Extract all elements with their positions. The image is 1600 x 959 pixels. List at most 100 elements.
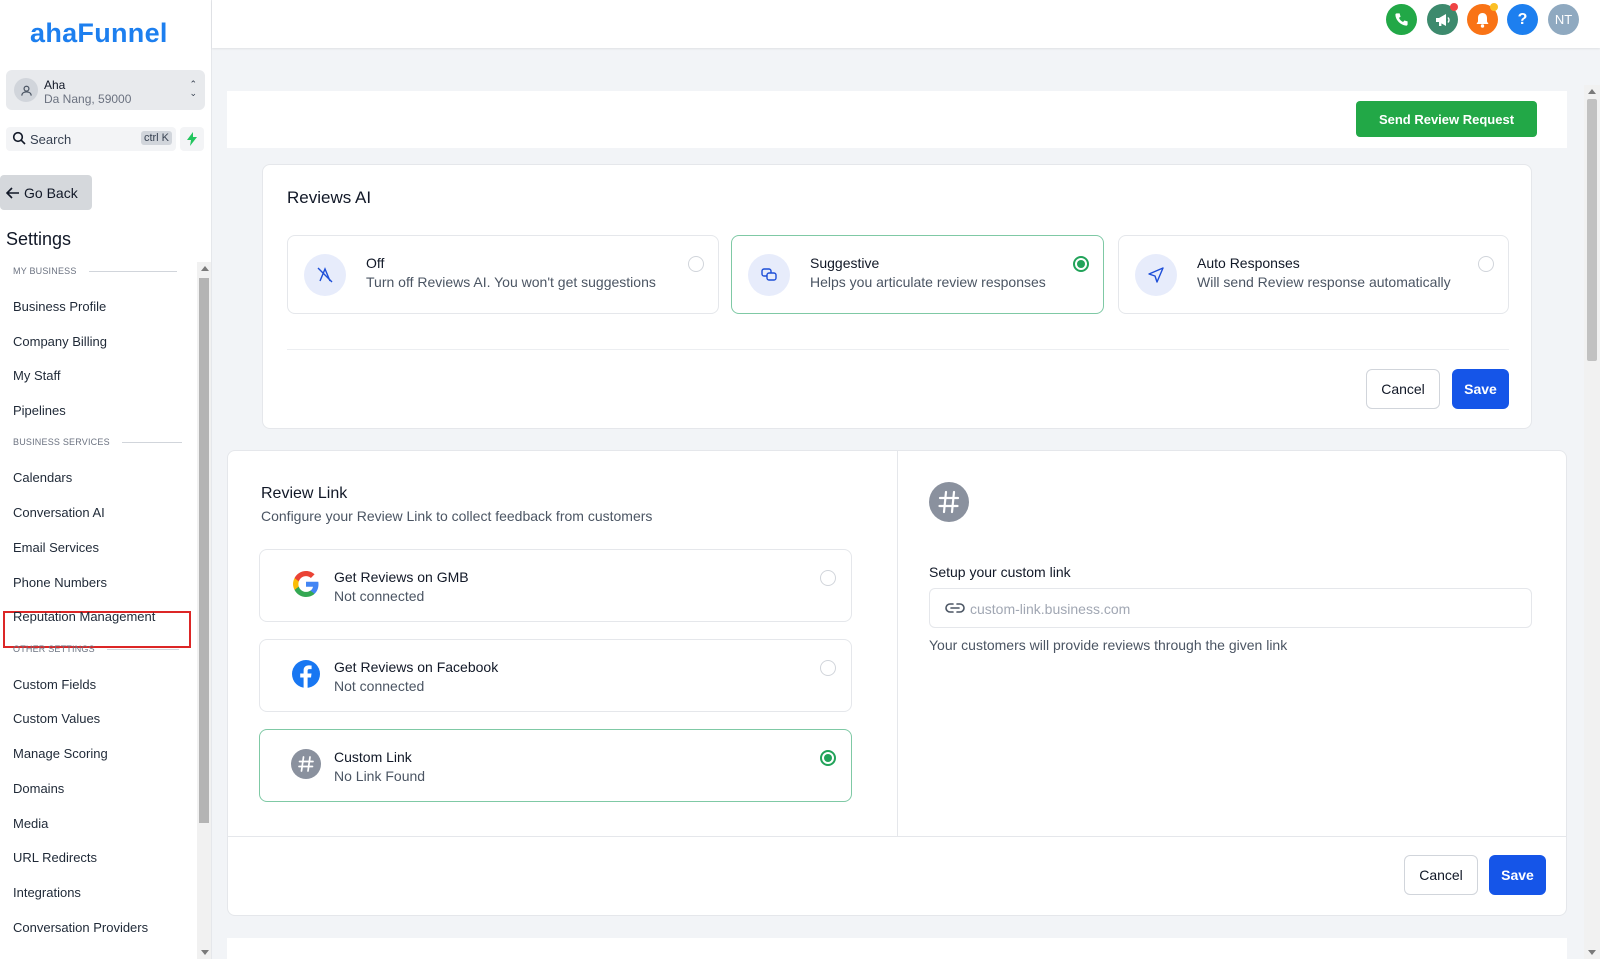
scroll-down-icon[interactable] bbox=[1588, 950, 1596, 955]
nav-reputation-management[interactable]: Reputation Management bbox=[13, 609, 155, 624]
location-icon bbox=[14, 78, 38, 102]
go-back-button[interactable]: Go Back bbox=[0, 175, 92, 210]
facebook-icon bbox=[290, 658, 322, 690]
top-bar: ? NT bbox=[212, 0, 1600, 48]
main-scroll-thumb[interactable] bbox=[1587, 99, 1597, 361]
sidebar: ahaFunnel Aha Da Nang, 59000 ⌃ ⌄ Search c… bbox=[0, 0, 212, 959]
send-review-request-button[interactable]: Send Review Request bbox=[1356, 101, 1537, 137]
review-link-card: Review Link Configure your Review Link t… bbox=[227, 450, 1567, 916]
chevron-updown-icon: ⌃ ⌄ bbox=[189, 79, 197, 98]
option-status: No Link Found bbox=[334, 768, 426, 784]
main-scrollbar[interactable] bbox=[1584, 85, 1600, 959]
reviews-ai-cancel-button[interactable]: Cancel bbox=[1366, 369, 1440, 409]
nav-domains[interactable]: Domains bbox=[13, 781, 64, 796]
page-header: Send Review Request bbox=[227, 91, 1567, 148]
phone-button[interactable] bbox=[1386, 4, 1417, 35]
nav-url-redirects[interactable]: URL Redirects bbox=[13, 850, 97, 865]
custom-link-label: Setup your custom link bbox=[929, 564, 1071, 580]
option-description: Will send Review response automatically bbox=[1197, 274, 1451, 290]
nav-manage-scoring[interactable]: Manage Scoring bbox=[13, 746, 108, 761]
notification-badge bbox=[1450, 3, 1458, 11]
quick-action-button[interactable] bbox=[180, 127, 204, 151]
arrow-left-icon bbox=[6, 186, 19, 199]
nav-company-billing[interactable]: Company Billing bbox=[13, 334, 107, 349]
nav-calendars[interactable]: Calendars bbox=[13, 470, 72, 485]
chat-bubbles-icon bbox=[748, 254, 790, 296]
facebook-radio[interactable] bbox=[820, 660, 836, 676]
scroll-up-icon[interactable] bbox=[1588, 89, 1596, 94]
section-business-services: BUSINESS SERVICES bbox=[13, 437, 182, 447]
scroll-up-icon[interactable] bbox=[201, 266, 209, 271]
hash-icon bbox=[290, 748, 322, 780]
reviews-ai-card: Reviews AI Off Turn off Reviews AI. You … bbox=[262, 164, 1532, 429]
search-label: Search bbox=[30, 132, 72, 147]
option-auto-responses-radio[interactable] bbox=[1478, 256, 1494, 272]
notifications-button[interactable] bbox=[1467, 3, 1498, 35]
custom-link-radio[interactable] bbox=[820, 750, 836, 766]
nav-conversation-ai[interactable]: Conversation AI bbox=[13, 505, 105, 520]
custom-link-placeholder: custom-link.business.com bbox=[970, 601, 1131, 617]
nav-custom-values[interactable]: Custom Values bbox=[13, 711, 100, 726]
nav-media[interactable]: Media bbox=[13, 816, 48, 831]
review-link-title: Review Link bbox=[261, 485, 348, 502]
phone-icon bbox=[1395, 13, 1408, 26]
avatar[interactable]: NT bbox=[1548, 4, 1579, 35]
gmb-radio[interactable] bbox=[820, 570, 836, 586]
review-link-subtitle: Configure your Review Link to collect fe… bbox=[261, 508, 653, 524]
option-status: Not connected bbox=[334, 678, 425, 694]
nav-phone-numbers[interactable]: Phone Numbers bbox=[13, 575, 107, 590]
option-title: Get Reviews on Facebook bbox=[334, 659, 499, 675]
help-icon: ? bbox=[1517, 10, 1528, 28]
section-other-settings: OTHER SETTINGS bbox=[13, 644, 179, 654]
nav-email-services[interactable]: Email Services bbox=[13, 540, 99, 555]
custom-link-help: Your customers will provide reviews thro… bbox=[929, 637, 1288, 653]
nav-my-staff[interactable]: My Staff bbox=[13, 368, 60, 383]
megaphone-icon bbox=[1435, 13, 1450, 26]
reviews-ai-save-button[interactable]: Save bbox=[1452, 369, 1509, 409]
section-label: BUSINESS SERVICES bbox=[13, 437, 110, 447]
nav-custom-fields[interactable]: Custom Fields bbox=[13, 677, 96, 692]
settings-title: Settings bbox=[6, 229, 72, 249]
card-divider bbox=[287, 349, 1509, 350]
sidebar-scrollbar[interactable] bbox=[197, 262, 211, 959]
option-status: Not connected bbox=[334, 588, 425, 604]
option-description: Helps you articulate review responses bbox=[810, 274, 1046, 290]
scroll-down-icon[interactable] bbox=[201, 950, 209, 955]
option-off-radio[interactable] bbox=[688, 256, 704, 272]
google-icon bbox=[290, 568, 322, 600]
search-shortcut: ctrl K bbox=[140, 131, 172, 145]
panel-divider bbox=[897, 451, 898, 836]
avatar-initials: NT bbox=[1554, 12, 1573, 27]
location-name: Aha bbox=[44, 78, 66, 92]
option-suggestive-radio[interactable] bbox=[1073, 256, 1089, 272]
send-icon bbox=[1135, 254, 1177, 296]
review-link-option-custom[interactable]: Custom Link No Link Found bbox=[259, 729, 852, 802]
brand-logo[interactable]: ahaFunnel bbox=[30, 18, 168, 49]
lightning-icon bbox=[187, 132, 197, 146]
sidebar-scroll-thumb[interactable] bbox=[199, 278, 209, 823]
help-button[interactable]: ? bbox=[1507, 4, 1538, 35]
option-description: Turn off Reviews AI. You won't get sugge… bbox=[366, 274, 656, 290]
review-link-option-gmb[interactable]: Get Reviews on GMB Not connected bbox=[259, 549, 852, 622]
location-switcher[interactable]: Aha Da Nang, 59000 ⌃ ⌄ bbox=[6, 70, 205, 110]
nav-business-profile[interactable]: Business Profile bbox=[13, 299, 106, 314]
nav-conversation-providers[interactable]: Conversation Providers bbox=[13, 920, 148, 935]
review-link-cancel-button[interactable]: Cancel bbox=[1404, 855, 1478, 895]
bell-icon bbox=[1476, 12, 1489, 28]
option-title: Auto Responses bbox=[1197, 255, 1300, 271]
nav-integrations[interactable]: Integrations bbox=[13, 885, 81, 900]
reviews-ai-option-off[interactable]: Off Turn off Reviews AI. You won't get s… bbox=[287, 235, 719, 314]
reviews-ai-option-auto-responses[interactable]: Auto Responses Will send Review response… bbox=[1118, 235, 1509, 314]
option-title: Get Reviews on GMB bbox=[334, 569, 469, 585]
go-back-label: Go Back bbox=[24, 184, 78, 201]
custom-link-input[interactable]: custom-link.business.com bbox=[929, 588, 1532, 628]
reviews-ai-option-suggestive[interactable]: Suggestive Helps you articulate review r… bbox=[731, 235, 1104, 314]
card-divider bbox=[228, 836, 1566, 837]
section-my-business: MY BUSINESS bbox=[13, 266, 177, 276]
review-link-save-button[interactable]: Save bbox=[1489, 855, 1546, 895]
review-link-option-facebook[interactable]: Get Reviews on Facebook Not connected bbox=[259, 639, 852, 712]
nav-pipelines[interactable]: Pipelines bbox=[13, 403, 66, 418]
announcements-button[interactable] bbox=[1427, 3, 1458, 35]
ai-off-icon bbox=[304, 254, 346, 296]
search-input[interactable]: Search ctrl K bbox=[6, 127, 176, 151]
